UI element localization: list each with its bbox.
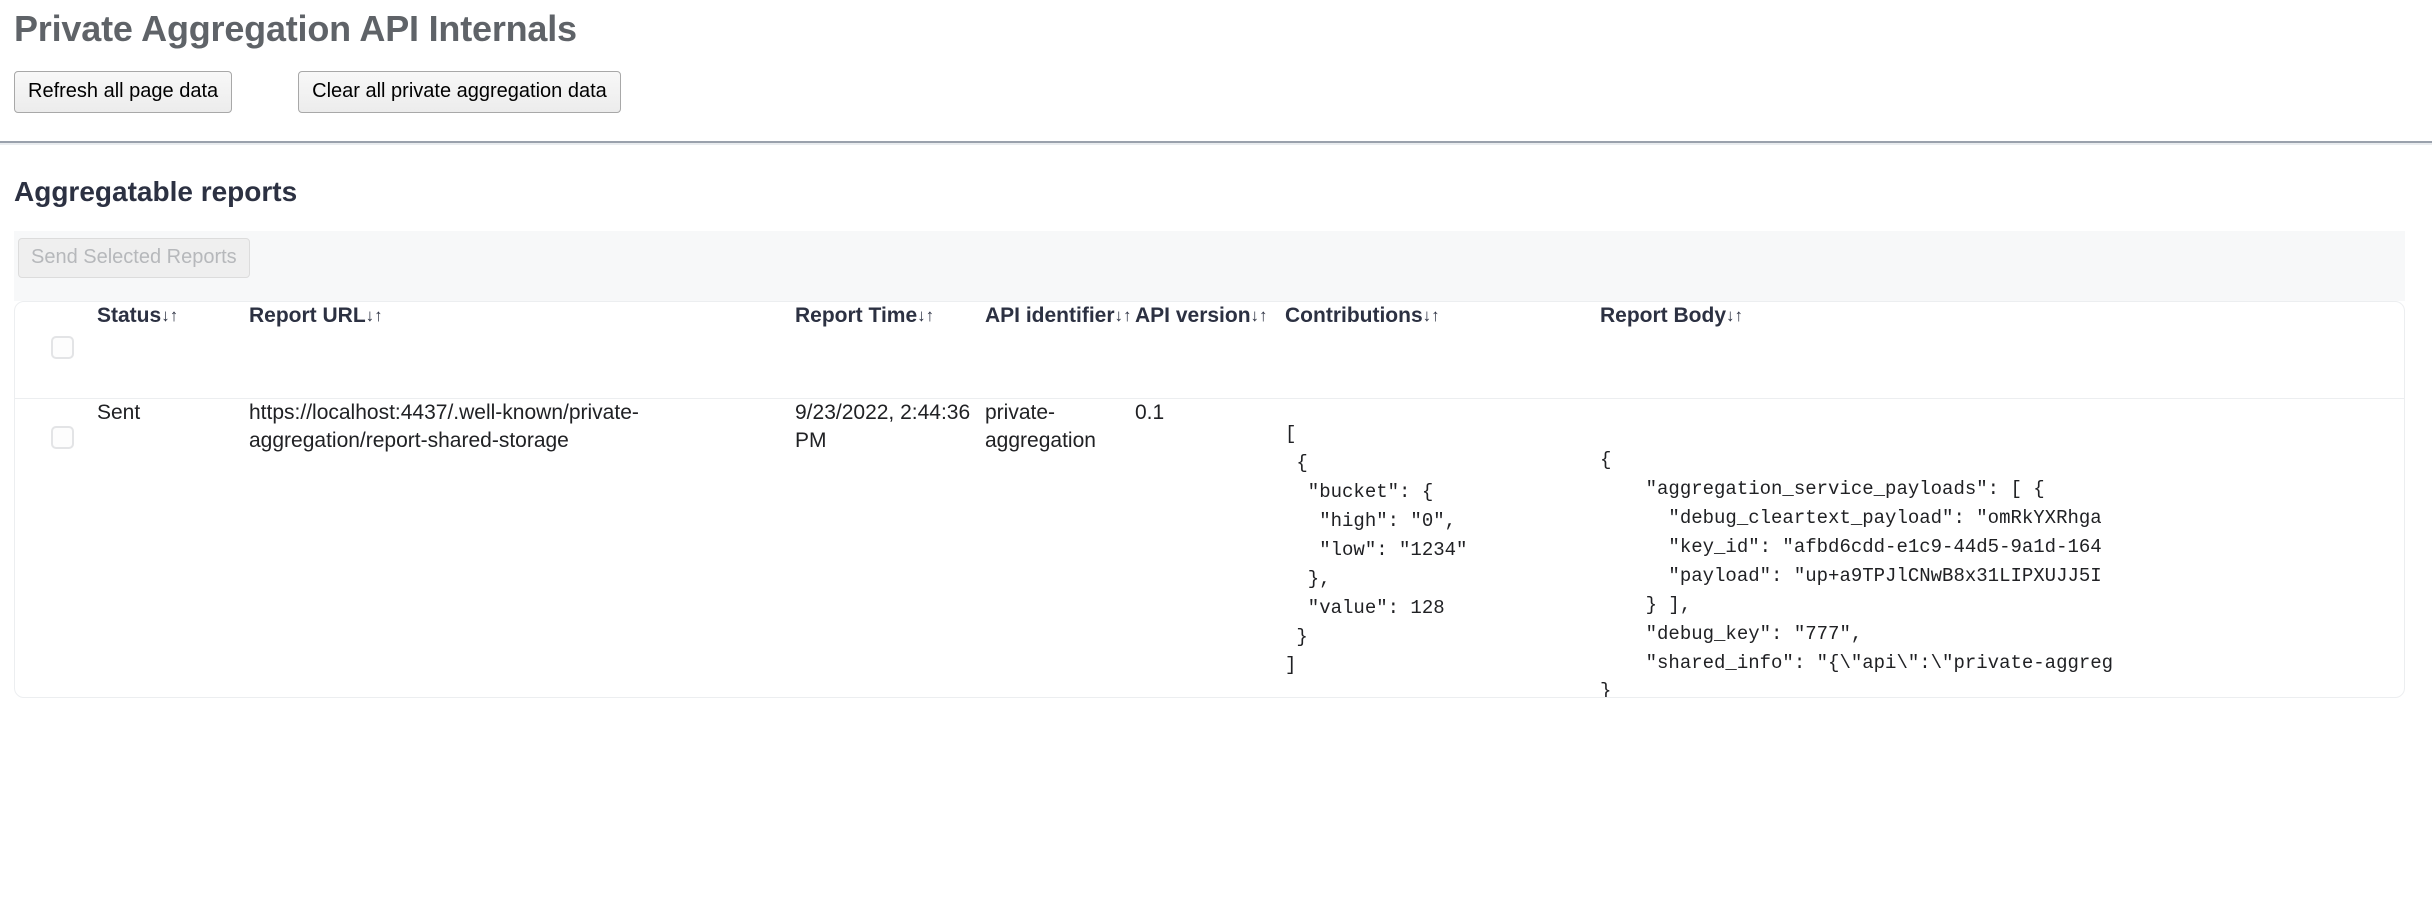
column-header-api-version[interactable]: API version↓↑: [1135, 302, 1285, 399]
page-title: Private Aggregation API Internals: [0, 0, 2432, 49]
cell-api-identifier: private-aggregation: [985, 399, 1135, 697]
aggregatable-reports-heading: Aggregatable reports: [0, 145, 2432, 209]
column-header-report-url[interactable]: Report URL↓↑: [249, 302, 795, 399]
cell-report-url: https://localhost:4437/.well-known/priva…: [249, 399, 795, 697]
column-header-api-identifier-label: API identifier: [985, 304, 1115, 327]
cell-contributions: [ { "bucket": { "high": "0", "low": "123…: [1285, 399, 1600, 697]
row-select-cell[interactable]: [15, 399, 97, 697]
aggregatable-reports-table: Status↓↑ Report URL↓↑ Report Time↓↑ API …: [15, 302, 2405, 697]
column-header-report-time-label: Report Time: [795, 304, 917, 327]
contributions-json: [ { "bucket": { "high": "0", "low": "123…: [1285, 399, 1600, 680]
row-select-checkbox[interactable]: [51, 426, 74, 449]
column-header-api-version-label: API version: [1135, 304, 1251, 327]
cell-report-time: 9/23/2022, 2:44:36 PM: [795, 399, 985, 697]
top-actions-bar: Refresh all page data Clear all private …: [0, 49, 2432, 113]
report-body-json: { "aggregation_service_payloads": [ { "d…: [1600, 434, 2113, 698]
column-header-report-url-label: Report URL: [249, 304, 366, 327]
column-header-report-body[interactable]: Report Body↓↑: [1600, 302, 2405, 399]
column-header-report-body-label: Report Body: [1600, 304, 1726, 327]
table-body: Sent https://localhost:4437/.well-known/…: [15, 399, 2405, 697]
column-header-contributions-label: Contributions: [1285, 304, 1423, 327]
table-row[interactable]: Sent https://localhost:4437/.well-known/…: [15, 399, 2405, 697]
column-header-status-label: Status: [97, 304, 161, 327]
aggregatable-reports-table-container: Status↓↑ Report URL↓↑ Report Time↓↑ API …: [14, 301, 2405, 698]
column-header-report-time[interactable]: Report Time↓↑: [795, 302, 985, 399]
column-header-status[interactable]: Status↓↑: [97, 302, 249, 399]
clear-all-private-aggregation-data-button[interactable]: Clear all private aggregation data: [298, 71, 621, 113]
cell-api-version: 0.1: [1135, 399, 1285, 697]
column-header-select-all[interactable]: [15, 302, 97, 399]
table-header: Status↓↑ Report URL↓↑ Report Time↓↑ API …: [15, 302, 2405, 399]
column-header-api-identifier[interactable]: API identifier↓↑: [985, 302, 1135, 399]
column-header-contributions[interactable]: Contributions↓↑: [1285, 302, 1600, 399]
refresh-all-page-data-button[interactable]: Refresh all page data: [14, 71, 232, 113]
select-all-checkbox[interactable]: [51, 336, 74, 359]
cell-status: Sent: [97, 399, 249, 697]
cell-report-body: { "aggregation_service_payloads": [ { "d…: [1600, 399, 2405, 697]
table-header-row: Status↓↑ Report URL↓↑ Report Time↓↑ API …: [15, 302, 2405, 399]
send-selected-reports-button[interactable]: Send Selected Reports: [18, 238, 250, 278]
reports-table-toolbar: Send Selected Reports: [14, 231, 2405, 301]
